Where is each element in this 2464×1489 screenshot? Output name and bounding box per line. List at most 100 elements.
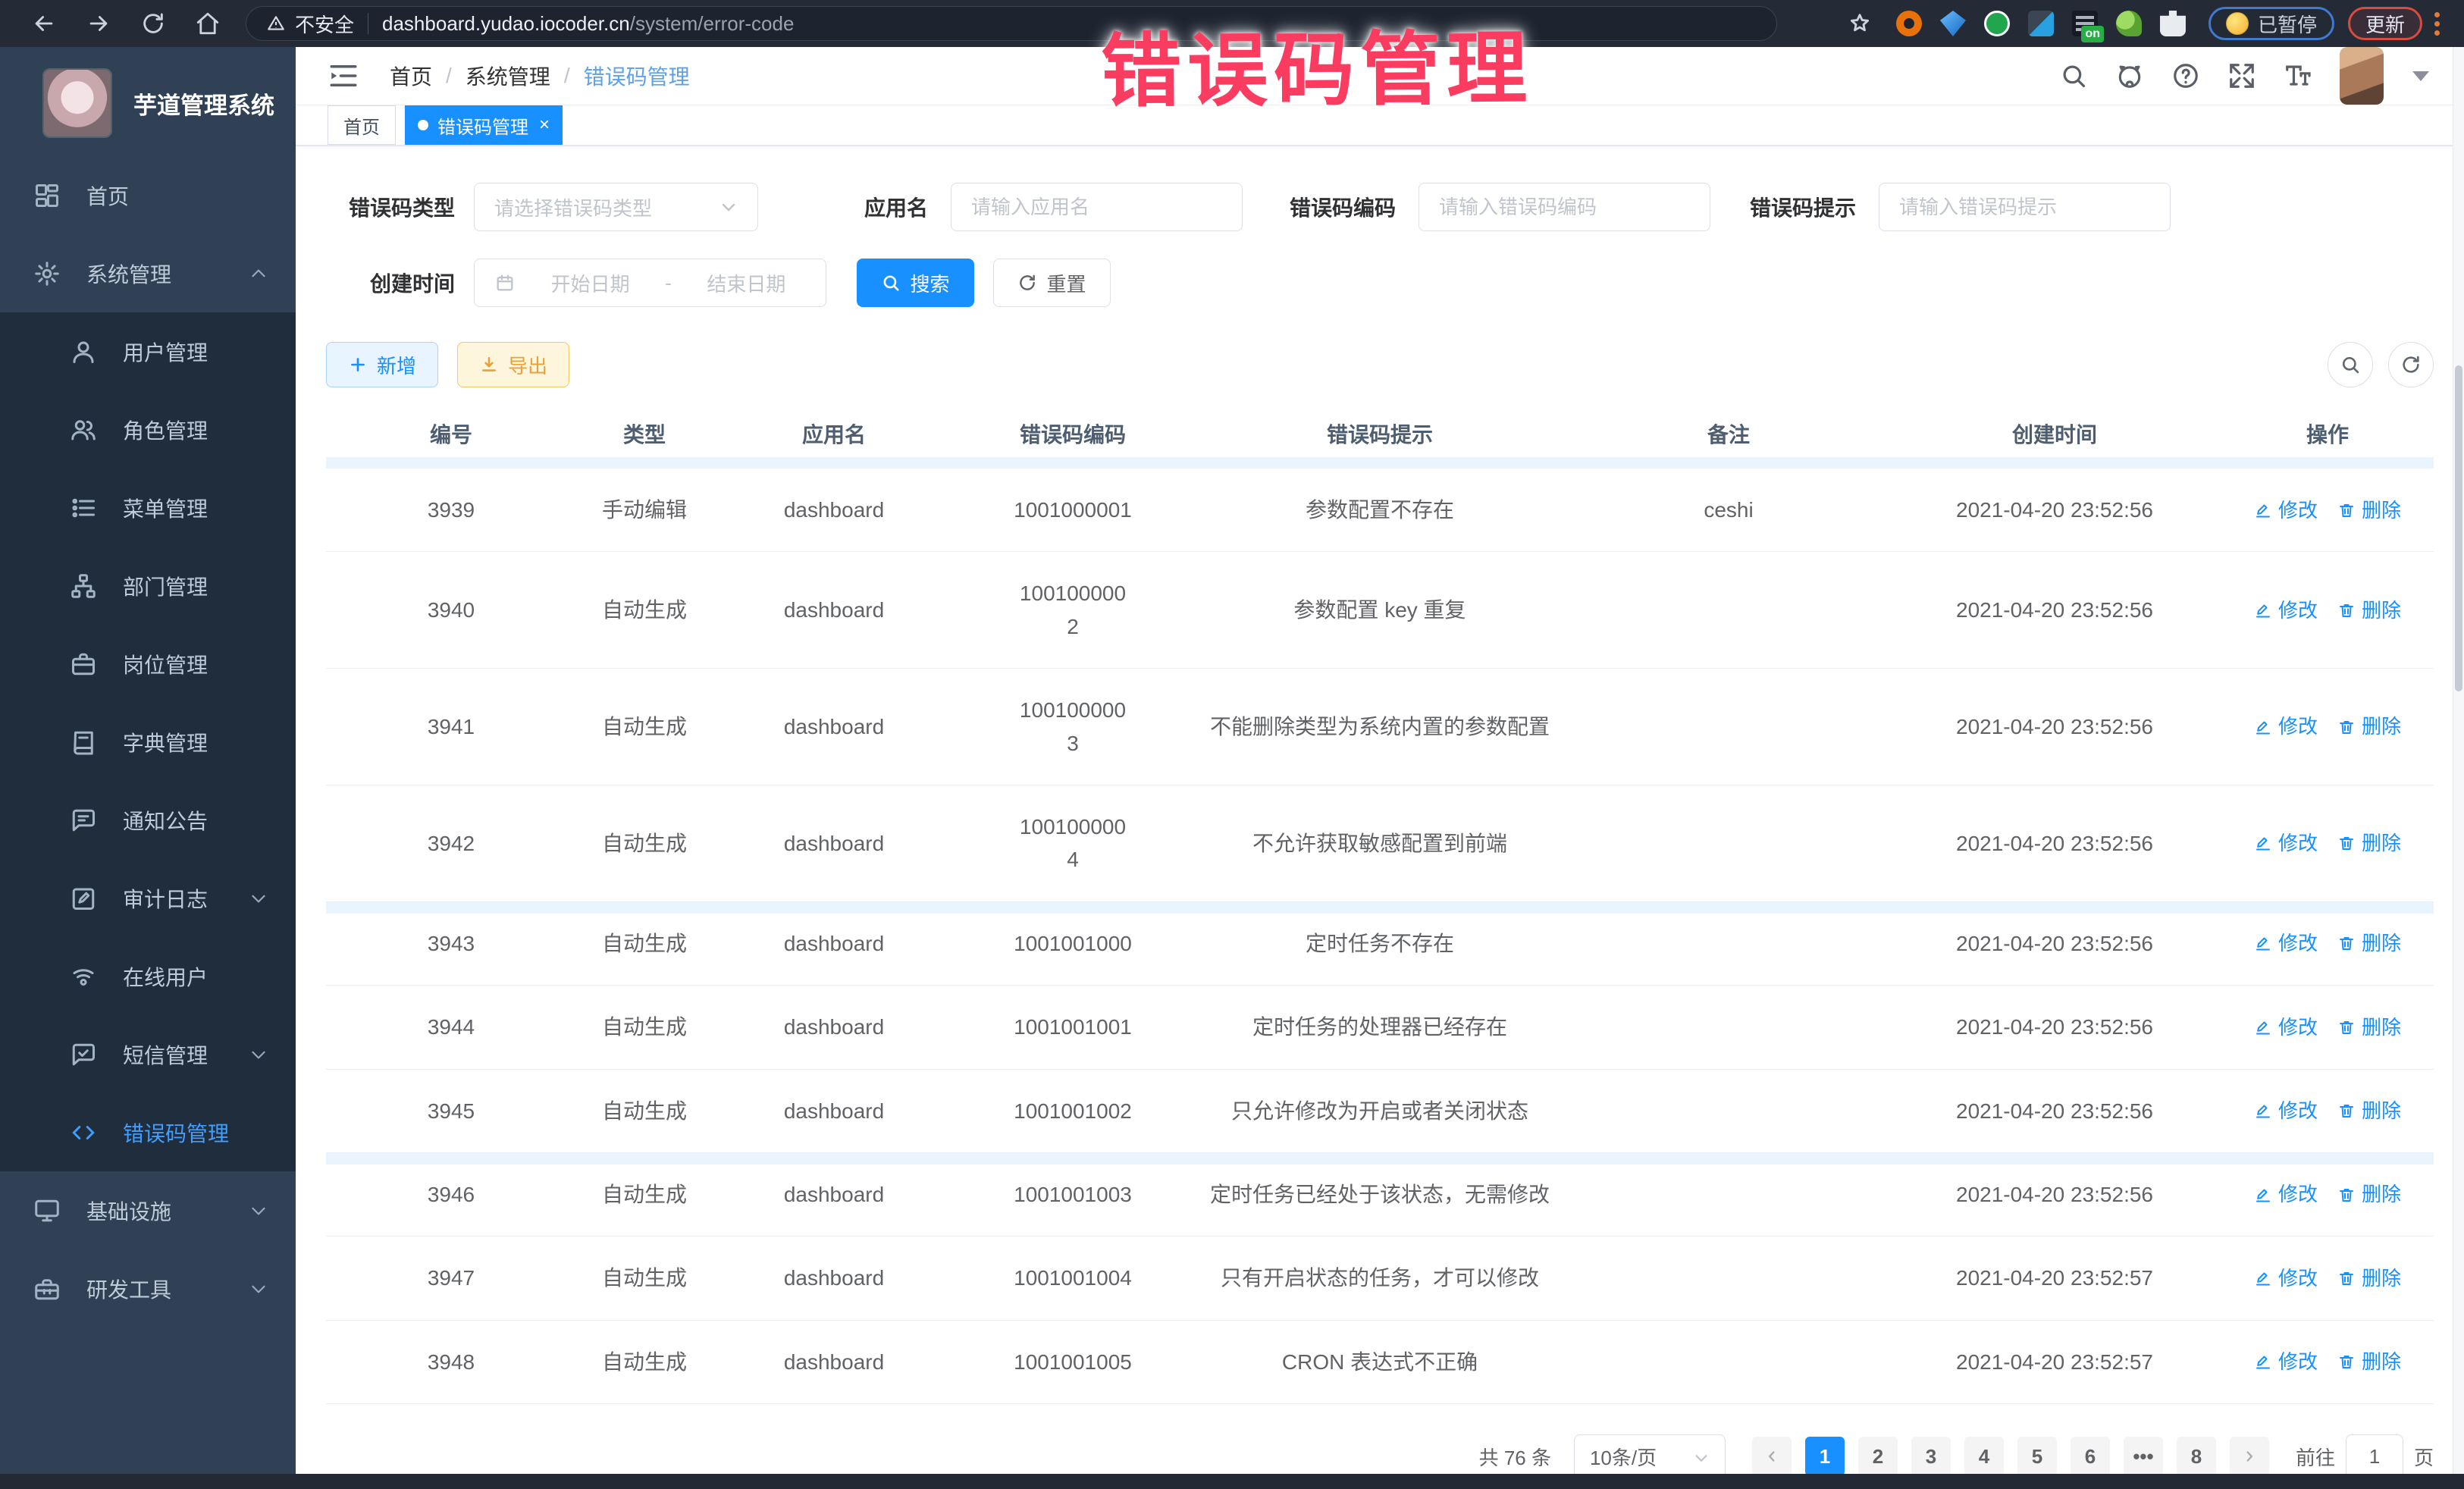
page-button-1[interactable]: 1: [1805, 1437, 1845, 1476]
prev-page-icon[interactable]: [1752, 1437, 1792, 1476]
extension-icon[interactable]: [1984, 11, 2010, 36]
cell-memo: [1569, 585, 1888, 635]
next-page-icon[interactable]: [2230, 1437, 2269, 1476]
extension-gem-icon[interactable]: [1940, 11, 1966, 36]
delete-link[interactable]: 删除: [2337, 711, 2401, 741]
sidebar-toggle-icon[interactable]: [328, 60, 359, 92]
browser-menu-icon[interactable]: [2434, 12, 2440, 36]
extension-key-icon[interactable]: [2116, 11, 2142, 36]
delete-link[interactable]: 删除: [2337, 1096, 2401, 1126]
error-message-input[interactable]: [1879, 183, 2171, 231]
delete-link[interactable]: 删除: [2337, 1346, 2401, 1377]
search-icon[interactable]: [2059, 61, 2088, 90]
sidebar-item-岗位管理[interactable]: 岗位管理: [0, 625, 296, 703]
user-avatar[interactable]: [2340, 47, 2384, 105]
edit-link[interactable]: 修改: [2254, 1012, 2318, 1042]
page-size-select[interactable]: 10条/页: [1574, 1434, 1726, 1478]
sidebar-item-通知公告[interactable]: 通知公告: [0, 781, 296, 859]
address-bar[interactable]: 不安全 dashboard.yudao.iocoder.cn/system/er…: [246, 6, 1777, 41]
sidebar-item-用户管理[interactable]: 用户管理: [0, 312, 296, 390]
paused-badge[interactable]: 已暂停: [2209, 7, 2334, 40]
reset-button[interactable]: 重置: [993, 259, 1111, 307]
users-icon: [70, 416, 97, 444]
sidebar-item-系统管理[interactable]: 系统管理: [0, 234, 296, 312]
edit-link[interactable]: 修改: [2254, 828, 2318, 858]
bookmark-star-icon[interactable]: [1845, 9, 1874, 38]
sidebar-item-菜单管理[interactable]: 菜单管理: [0, 469, 296, 547]
goto-page-input[interactable]: [2346, 1434, 2403, 1478]
edit-link[interactable]: 修改: [2254, 928, 2318, 958]
app-name-input[interactable]: [951, 183, 1243, 231]
delete-link[interactable]: 删除: [2337, 1263, 2401, 1293]
update-button[interactable]: 更新: [2348, 7, 2422, 40]
page-button-2[interactable]: 2: [1858, 1437, 1898, 1476]
breadcrumb-system[interactable]: 系统管理: [466, 61, 550, 91]
delete-link[interactable]: 删除: [2337, 828, 2401, 858]
font-size-icon[interactable]: [2284, 61, 2312, 90]
breadcrumb-home[interactable]: 首页: [390, 61, 432, 91]
cell-id: 3940: [326, 569, 576, 651]
error-type-select[interactable]: 请选择错误码类型: [474, 183, 758, 231]
sidebar-item-审计日志[interactable]: 审计日志: [0, 859, 296, 937]
fullscreen-icon[interactable]: [2227, 61, 2256, 90]
reload-icon[interactable]: [139, 9, 168, 38]
extensions-puzzle-icon[interactable]: [2160, 11, 2186, 36]
edit-link[interactable]: 修改: [2254, 711, 2318, 741]
sidebar-item-错误码管理[interactable]: 错误码管理: [0, 1093, 296, 1171]
scrollbar[interactable]: [2453, 47, 2464, 1474]
edit-link[interactable]: 修改: [2254, 1263, 2318, 1293]
scrollbar-thumb[interactable]: [2455, 365, 2462, 691]
page-button-8[interactable]: 8: [2177, 1437, 2216, 1476]
delete-link[interactable]: 删除: [2337, 595, 2401, 625]
edit-link[interactable]: 修改: [2254, 1179, 2318, 1209]
delete-link[interactable]: 删除: [2337, 1179, 2401, 1209]
page-button-4[interactable]: 4: [1964, 1437, 2004, 1476]
cell-id: 3948: [326, 1321, 576, 1403]
extension-icon[interactable]: [2028, 11, 2054, 36]
page-more-icon[interactable]: •••: [2124, 1437, 2163, 1476]
home-icon[interactable]: [193, 9, 222, 38]
extension-icon[interactable]: on: [2072, 11, 2098, 36]
code-icon: [70, 1119, 97, 1146]
edit-link[interactable]: 修改: [2254, 495, 2318, 525]
window-bottom-strip: [0, 1474, 2464, 1489]
error-code-input[interactable]: [1419, 183, 1710, 231]
url-path: /system/error-code: [630, 12, 795, 36]
edit-link[interactable]: 修改: [2254, 595, 2318, 625]
sidebar-item-角色管理[interactable]: 角色管理: [0, 390, 296, 469]
search-button[interactable]: 搜索: [857, 259, 974, 307]
export-button[interactable]: 导出: [457, 342, 569, 387]
app-logo[interactable]: 芋道管理系统: [0, 47, 296, 156]
back-icon[interactable]: [30, 9, 58, 38]
delete-link[interactable]: 删除: [2337, 1012, 2401, 1042]
sidebar-item-字典管理[interactable]: 字典管理: [0, 703, 296, 781]
date-range-picker[interactable]: 开始日期 - 结束日期: [474, 259, 826, 307]
security-label[interactable]: 不安全: [295, 10, 354, 38]
page-button-5[interactable]: 5: [2017, 1437, 2057, 1476]
tab-home[interactable]: 首页: [328, 105, 396, 145]
delete-link[interactable]: 删除: [2337, 928, 2401, 958]
sidebar-item-研发工具[interactable]: 研发工具: [0, 1249, 296, 1328]
chevron-down-icon[interactable]: [2412, 71, 2429, 81]
edit-link[interactable]: 修改: [2254, 1346, 2318, 1377]
cell-type: 自动生成: [576, 1321, 713, 1403]
delete-link[interactable]: 删除: [2337, 495, 2401, 525]
sidebar-item-基础设施[interactable]: 基础设施: [0, 1171, 296, 1249]
toggle-search-icon[interactable]: [2328, 342, 2373, 387]
sidebar-item-首页[interactable]: 首页: [0, 156, 296, 234]
cell-memo: [1569, 1002, 1888, 1052]
refresh-icon[interactable]: [2388, 342, 2434, 387]
sidebar-item-短信管理[interactable]: 短信管理: [0, 1015, 296, 1093]
page-button-6[interactable]: 6: [2071, 1437, 2110, 1476]
help-icon[interactable]: [2171, 61, 2200, 90]
tab-error-code[interactable]: 错误码管理 ×: [405, 105, 563, 145]
add-button[interactable]: 新增: [326, 342, 438, 387]
sidebar-item-在线用户[interactable]: 在线用户: [0, 937, 296, 1015]
edit-link[interactable]: 修改: [2254, 1096, 2318, 1126]
github-icon[interactable]: [2115, 61, 2144, 90]
forward-icon[interactable]: [84, 9, 113, 38]
close-tab-icon[interactable]: ×: [539, 114, 550, 136]
page-button-3[interactable]: 3: [1911, 1437, 1951, 1476]
sidebar-item-部门管理[interactable]: 部门管理: [0, 547, 296, 625]
extension-icon[interactable]: [1896, 11, 1922, 36]
